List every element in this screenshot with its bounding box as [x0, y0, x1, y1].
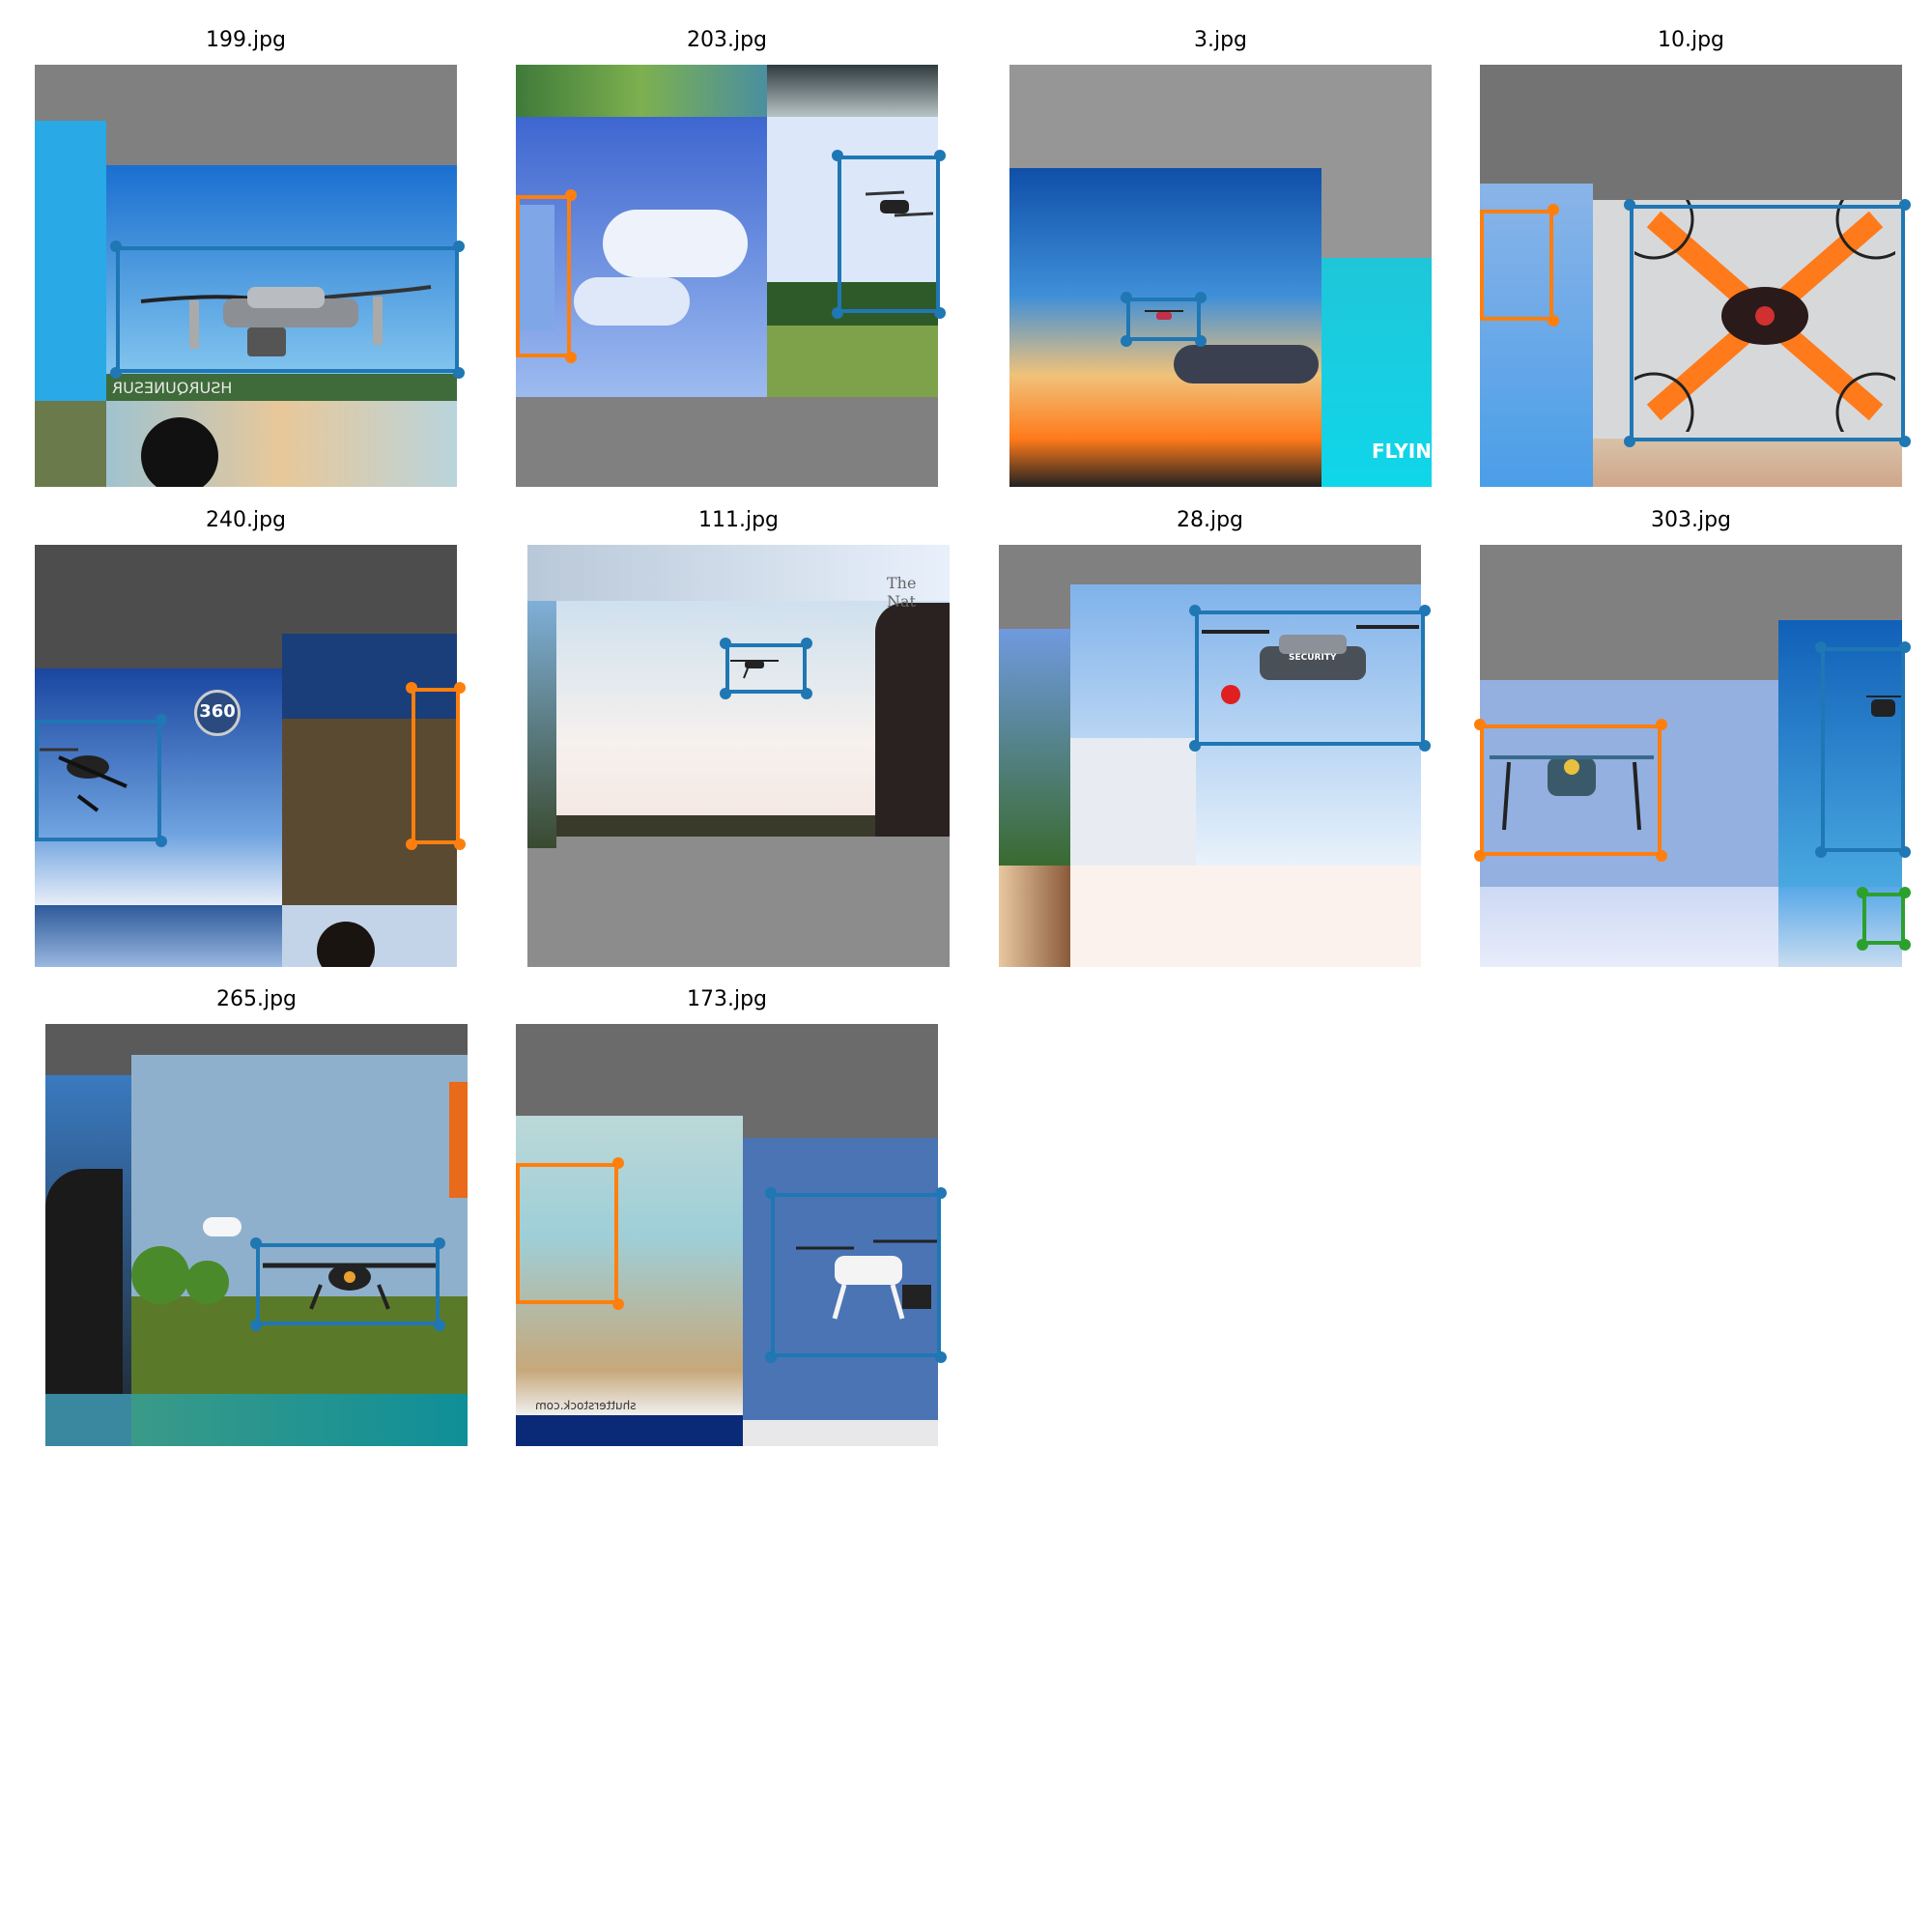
panel-199: 199.jpg HSURQUNESUR — [35, 28, 465, 487]
bbox-drone — [516, 1163, 618, 1304]
panel-173: 173.jpg shutterstock.com — [516, 987, 947, 1446]
panel-title: 265.jpg — [215, 987, 298, 1011]
bbox-drone — [412, 688, 460, 844]
bbox-drone — [116, 246, 459, 373]
bbox-drone — [1862, 893, 1905, 945]
bbox-drone — [256, 1243, 440, 1325]
panel-title: 203.jpg — [686, 28, 768, 52]
panel-title: 240.jpg — [205, 508, 287, 532]
panel-title: 10.jpg — [1657, 28, 1725, 52]
panel-10: 10.jpg — [1480, 28, 1911, 487]
bbox-drone — [1195, 611, 1425, 746]
panel-111: 111.jpg The Nat — [527, 508, 950, 967]
panel-240: 240.jpg 360 — [35, 508, 466, 967]
panel-303: 303.jpg — [1474, 508, 1911, 967]
panel-title: 28.jpg — [1176, 508, 1244, 532]
image-28: SECURITY — [999, 545, 1421, 967]
panel-265: 265.jpg — [45, 987, 468, 1446]
bbox-drone — [1821, 647, 1905, 852]
bbox-drone — [1480, 724, 1662, 856]
bbox-drone — [1630, 205, 1905, 441]
panel-203: 203.jpg — [516, 28, 946, 487]
watermark-text: The Nat — [887, 574, 917, 611]
panel-3: 3.jpg FLYIN — [1009, 28, 1432, 487]
bbox-drone — [1480, 210, 1553, 321]
panel-title: 199.jpg — [205, 28, 287, 52]
watermark-text: HSURQUNESUR — [112, 379, 233, 397]
bbox-drone — [35, 720, 161, 841]
bbox-drone — [771, 1193, 941, 1357]
watermark-text: shutterstock.com — [535, 1399, 637, 1412]
panel-title: 173.jpg — [686, 987, 768, 1011]
bbox-drone — [725, 643, 807, 694]
image-111: The Nat — [527, 545, 950, 967]
panel-28: 28.jpg SECURITY — [999, 508, 1431, 967]
panel-title: 3.jpg — [1193, 28, 1248, 52]
bbox-drone — [1126, 298, 1201, 341]
panel-title: 303.jpg — [1650, 508, 1732, 532]
watermark-text: FLYIN — [1372, 440, 1432, 463]
bbox-drone — [516, 195, 571, 357]
panel-title: 111.jpg — [697, 508, 780, 532]
badge-text: 360 — [199, 701, 236, 722]
bbox-drone — [838, 156, 940, 313]
image-3: FLYIN — [1009, 65, 1432, 487]
image-265 — [45, 1024, 468, 1446]
